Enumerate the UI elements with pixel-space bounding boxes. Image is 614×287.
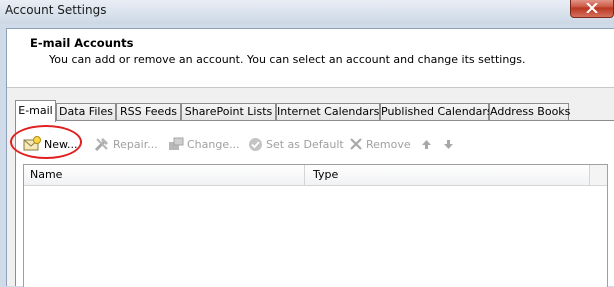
- repair-button[interactable]: Repair...: [94, 134, 158, 154]
- change-account-icon: [169, 137, 184, 150]
- move-down-button[interactable]: [443, 134, 454, 154]
- new-account-label: New...: [44, 137, 78, 151]
- tab-internet-calendars[interactable]: Internet Calendars: [276, 103, 380, 121]
- new-account-icon: [23, 136, 41, 151]
- column-divider[interactable]: [304, 165, 305, 185]
- header-band: E-mail Accounts You can add or remove an…: [7, 29, 614, 88]
- tab-data-files[interactable]: Data Files: [56, 103, 116, 121]
- arrow-up-icon: [422, 139, 431, 149]
- list-header: Name Type: [24, 165, 607, 186]
- change-button[interactable]: Change...: [168, 134, 240, 154]
- remove-label: Remove: [366, 137, 411, 151]
- section-title: E-mail Accounts: [30, 36, 134, 50]
- new-account-button[interactable]: New...: [23, 134, 77, 154]
- tab-email[interactable]: E-mail: [15, 100, 56, 122]
- set-default-button[interactable]: Set as Default: [248, 134, 344, 154]
- window-title: Account Settings: [5, 3, 107, 17]
- move-up-button[interactable]: [421, 134, 432, 154]
- repair-tools-icon: [94, 138, 108, 152]
- tab-published-calendars[interactable]: Published Calendars: [380, 103, 493, 121]
- email-tab-panel: New... Repair... Change... Set as Defaul…: [10, 120, 614, 287]
- list-header-scroll-corner: [589, 165, 607, 185]
- check-circle-icon: [249, 137, 262, 151]
- arrow-down-icon: [444, 139, 453, 149]
- change-label: Change...: [187, 137, 240, 151]
- tab-sharepoint-lists[interactable]: SharePoint Lists: [181, 103, 276, 121]
- close-icon: [586, 3, 598, 13]
- set-default-label: Set as Default: [266, 137, 344, 151]
- column-header-type[interactable]: Type: [313, 165, 338, 185]
- close-button[interactable]: [570, 0, 614, 18]
- title-bar: Account Settings: [0, 0, 614, 24]
- accounts-list[interactable]: Name Type: [23, 164, 608, 287]
- column-header-name[interactable]: Name: [30, 165, 62, 185]
- remove-button[interactable]: Remove: [349, 134, 411, 154]
- repair-label: Repair...: [113, 137, 158, 151]
- remove-x-icon: [350, 138, 362, 150]
- dialog-client: E-mail Accounts You can add or remove an…: [6, 28, 614, 287]
- tab-address-books[interactable]: Address Books: [489, 103, 570, 121]
- tab-rss-feeds[interactable]: RSS Feeds: [116, 103, 181, 121]
- section-description: You can add or remove an account. You ca…: [49, 53, 526, 66]
